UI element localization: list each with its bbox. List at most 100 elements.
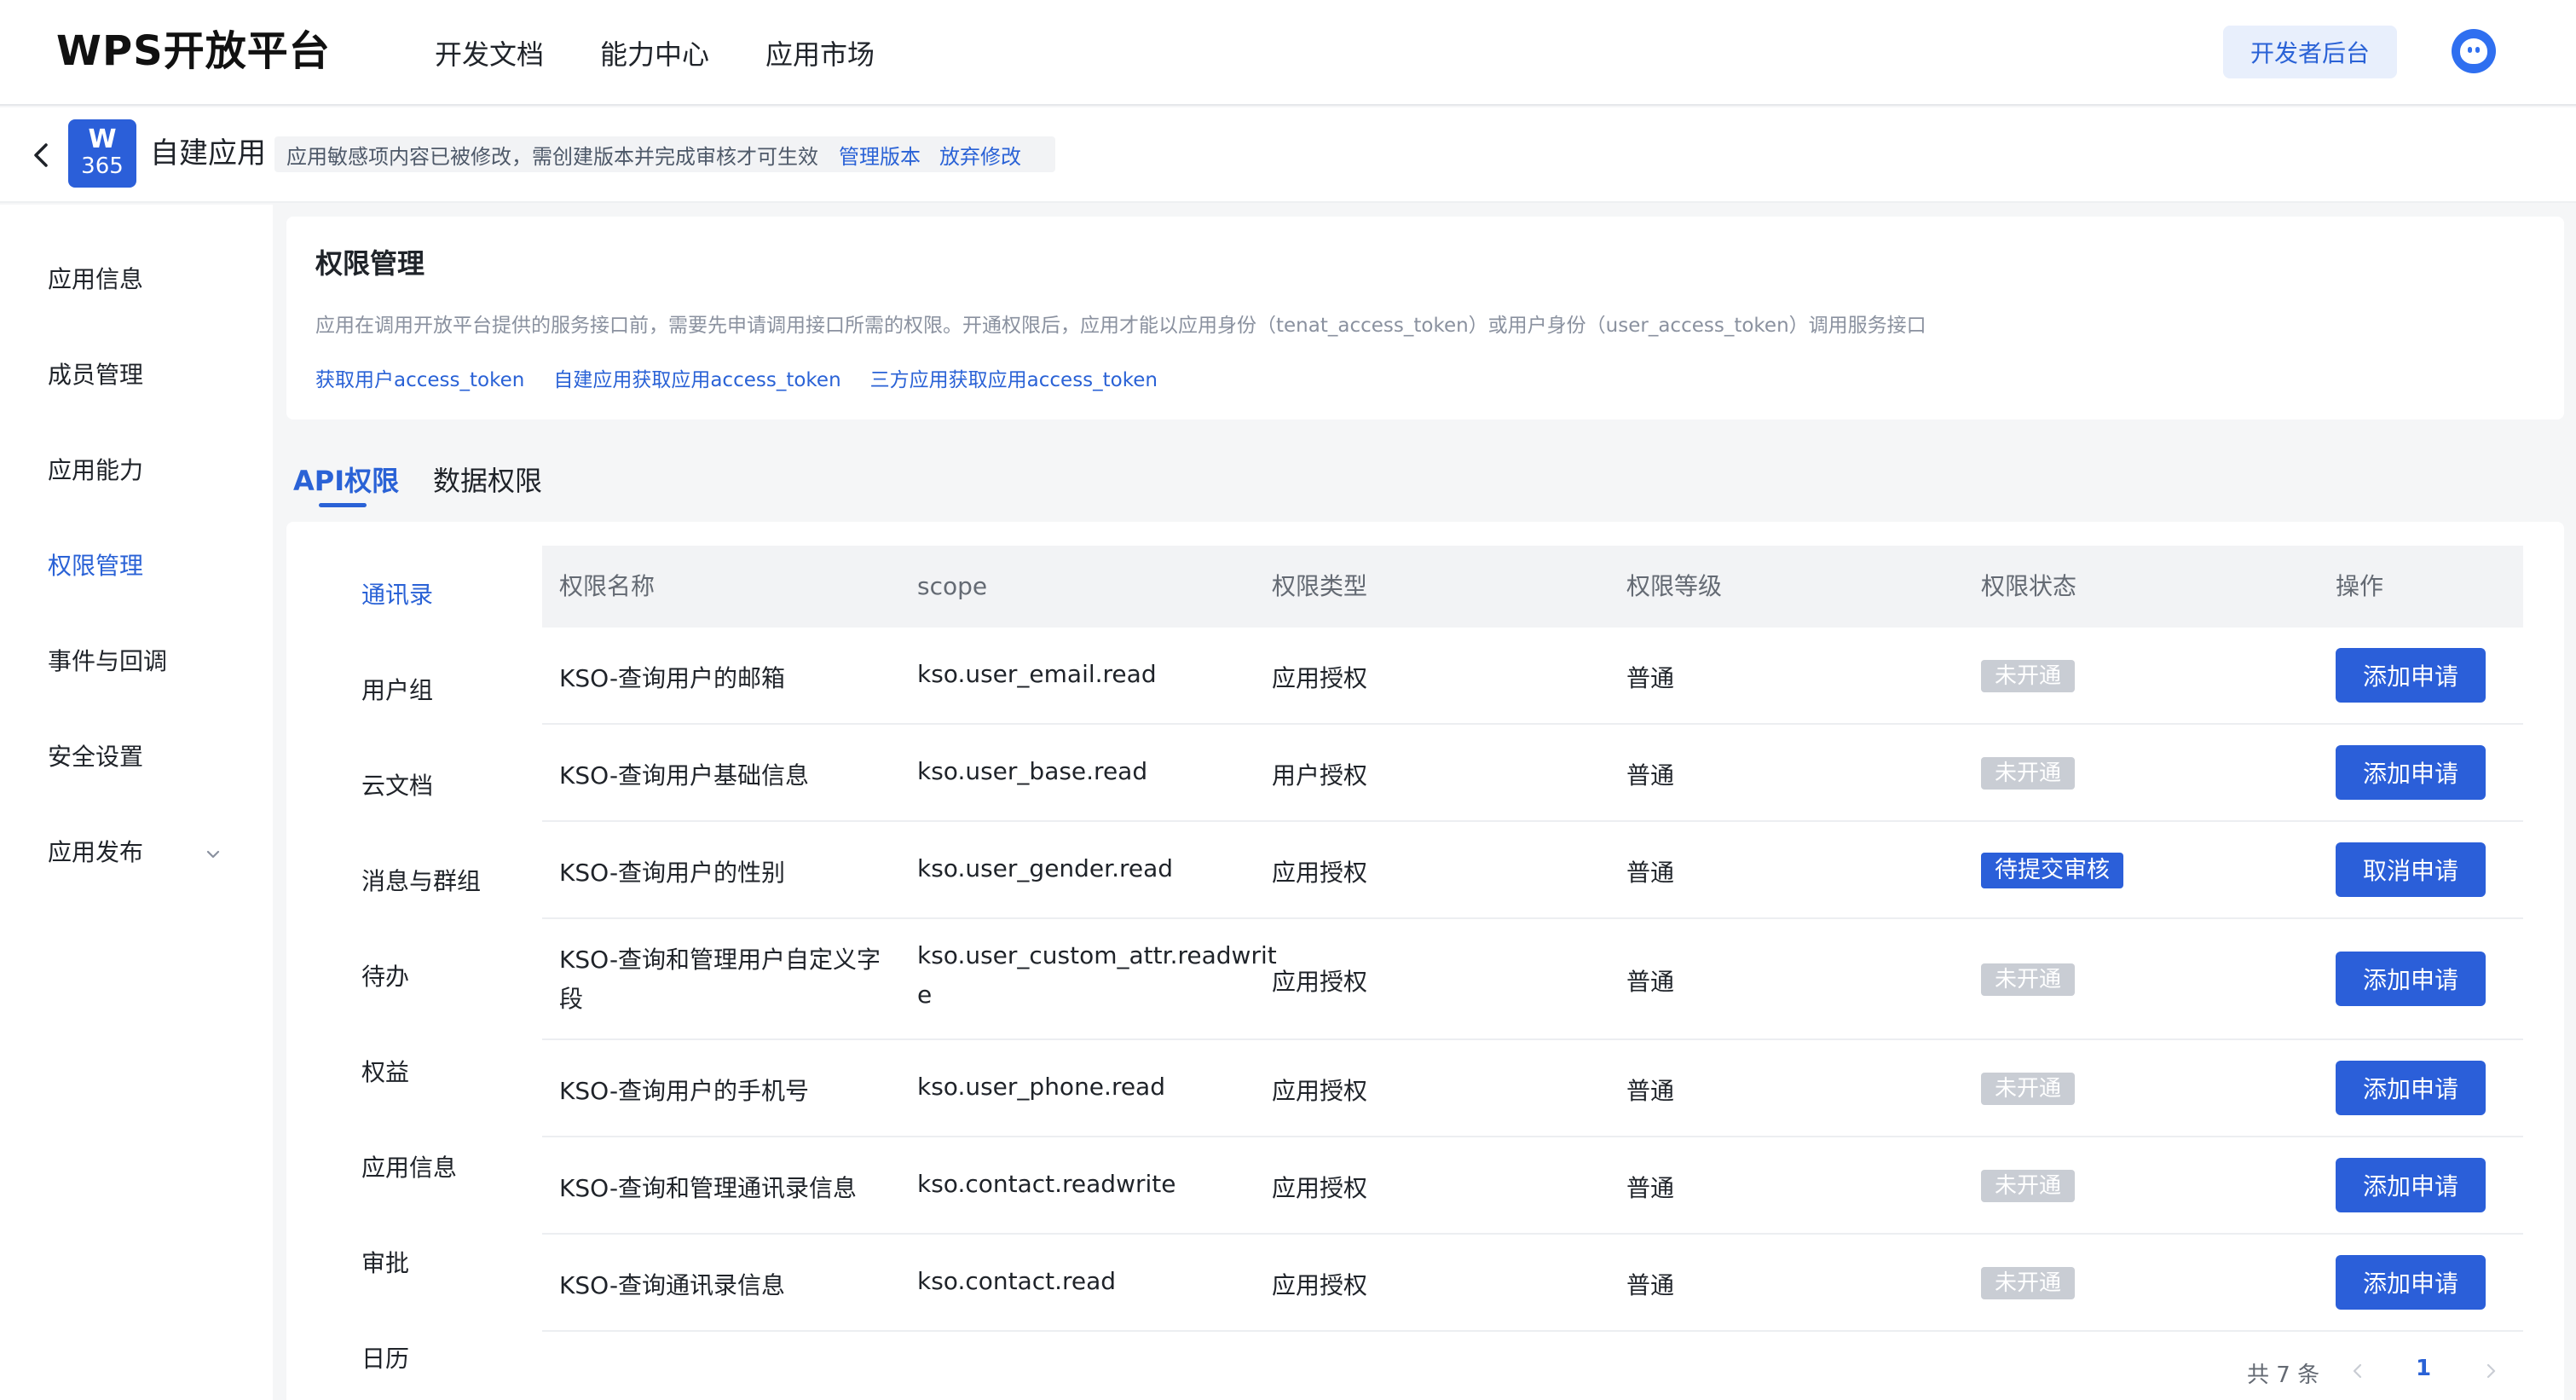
doc-links: 获取用户access_token 自建应用获取应用access_token 三方… [315,363,1187,392]
col-permission-status: 权限状态 [1981,572,2077,600]
table-row: KSO-查询用户的手机号 kso.user_phone.read 应用授权 普通… [542,1040,2523,1137]
app-name: 自建应用 [150,136,266,171]
category-app-info[interactable]: 应用信息 [361,1149,457,1187]
permission-type: 应用授权 [1272,1271,1368,1299]
permission-scope: kso.user_custom_attr.readwrit [917,941,1277,969]
col-permission-type: 权限类型 [1272,572,1368,600]
avatar[interactable] [2452,29,2496,73]
status-badge: 未开通 [1981,1267,2076,1299]
sidebar: 应用信息 成员管理 应用能力 权限管理 事件与回调 安全设置 应用发布 [0,205,273,1400]
nav-dev-docs[interactable]: 开发文档 [435,33,544,72]
permission-level: 普通 [1626,761,1675,790]
permission-scope: kso.user_email.read [917,660,1157,688]
permission-type: 应用授权 [1272,1077,1368,1105]
app-icon-letter: W [88,124,117,154]
permission-type: 用户授权 [1272,761,1368,790]
notice-text: 应用敏感项内容已被修改，需创建版本并完成审核才可生效 [286,144,818,169]
sidebar-item-permissions[interactable]: 权限管理 [48,547,143,585]
permission-name: KSO-查询通讯录信息 [559,1271,786,1299]
permission-type: 应用授权 [1272,968,1368,996]
permission-name: KSO-查询用户的性别 [559,859,786,887]
platform-logo[interactable]: WPS开放平台 [56,24,331,78]
app-icon-number: 365 [81,153,124,179]
status-badge: 未开通 [1981,757,2076,790]
nav-capability-center[interactable]: 能力中心 [600,33,709,72]
app-icon: W 365 [68,119,136,188]
permission-level: 普通 [1626,664,1675,692]
active-tab-indicator [319,503,367,507]
permission-scope: kso.contact.readwrite [917,1170,1176,1198]
sidebar-item-app-info[interactable]: 应用信息 [48,261,143,298]
internal-app-access-token-link[interactable]: 自建应用获取应用access_token [553,363,840,392]
table-row: KSO-查询通讯录信息 kso.contact.read 应用授权 普通 未开通… [542,1235,2523,1332]
third-party-app-access-token-link[interactable]: 三方应用获取应用access_token [870,363,1158,392]
add-request-button[interactable]: 添加申请 [2336,745,2486,800]
category-todo[interactable]: 待办 [361,958,409,996]
permission-level: 普通 [1626,1077,1675,1105]
status-badge: 未开通 [1981,1073,2076,1105]
permission-scope-continued: e [917,981,933,1009]
category-benefits[interactable]: 权益 [361,1054,409,1091]
sidebar-item-security[interactable]: 安全设置 [48,738,143,776]
permission-name-continued: 段 [559,985,584,1013]
col-permission-level: 权限等级 [1626,572,1723,600]
permission-name: KSO-查询和管理通讯录信息 [559,1174,858,1202]
permission-type: 应用授权 [1272,859,1368,887]
table-header: 权限名称 scope 权限类型 权限等级 权限状态 操作 [542,546,2523,628]
sidebar-item-app-capability[interactable]: 应用能力 [48,452,143,489]
permission-type: 应用授权 [1272,1174,1368,1202]
back-arrow-icon[interactable] [26,138,60,172]
nav-app-market[interactable]: 应用市场 [765,33,875,72]
category-contacts[interactable]: 通讯录 [361,576,433,614]
tab-api-permissions[interactable]: API权限 [293,460,399,501]
status-badge: 未开通 [1981,660,2076,692]
add-request-button[interactable]: 添加申请 [2336,1061,2486,1115]
permission-scope: kso.user_gender.read [917,854,1174,882]
add-request-button[interactable]: 添加申请 [2336,1255,2486,1310]
col-actions: 操作 [2336,572,2384,600]
add-request-button[interactable]: 添加申请 [2336,952,2486,1006]
category-calendar[interactable]: 日历 [361,1340,409,1378]
table-row: KSO-查询和管理通讯录信息 kso.contact.readwrite 应用授… [542,1137,2523,1235]
category-approval[interactable]: 审批 [361,1245,409,1282]
col-scope: scope [917,572,988,600]
sidebar-item-members[interactable]: 成员管理 [48,356,143,394]
permission-level: 普通 [1626,1174,1675,1202]
user-access-token-link[interactable]: 获取用户access_token [315,363,524,392]
permission-scope: kso.user_base.read [917,757,1148,785]
discard-changes-link[interactable]: 放弃修改 [939,140,1021,170]
pagination-page-1[interactable]: 1 [2416,1356,2431,1381]
chevron-left-icon[interactable] [2346,1359,2370,1383]
permission-name: KSO-查询用户的邮箱 [559,664,786,692]
permission-name: KSO-查询用户基础信息 [559,761,810,790]
table-row: KSO-查询用户基础信息 kso.user_base.read 用户授权 普通 … [542,725,2523,822]
status-badge: 未开通 [1981,963,2076,996]
category-user-groups[interactable]: 用户组 [361,672,433,709]
sidebar-item-publish[interactable]: 应用发布 [48,834,143,871]
permission-name: KSO-查询和管理用户自定义字 [559,946,881,974]
cancel-request-button[interactable]: 取消申请 [2336,842,2486,897]
permission-info-card: 权限管理 应用在调用开放平台提供的服务接口前，需要先申请调用接口所需的权限。开通… [286,217,2564,419]
user-avatar-icon [2460,38,2487,64]
table-row: KSO-查询用户的性别 kso.user_gender.read 应用授权 普通… [542,822,2523,919]
category-cloud-docs[interactable]: 云文档 [361,767,433,805]
permission-description: 应用在调用开放平台提供的服务接口前，需要先申请调用接口所需的权限。开通权限后，应… [315,315,1926,337]
manage-version-link[interactable]: 管理版本 [839,140,921,170]
add-request-button[interactable]: 添加申请 [2336,1158,2486,1212]
developer-console-button[interactable]: 开发者后台 [2223,26,2397,78]
permission-name: KSO-查询用户的手机号 [559,1077,810,1105]
status-badge: 待提交审核 [1981,853,2123,888]
top-header: WPS开放平台 开发文档 能力中心 应用市场 开发者后台 [0,0,2576,106]
permission-level: 普通 [1626,1271,1675,1299]
chevron-down-icon[interactable] [203,844,223,865]
category-messages-groups[interactable]: 消息与群组 [361,863,481,900]
app-bar: W 365 自建应用 应用敏感项内容已被修改，需创建版本并完成审核才可生效 管理… [0,107,2576,203]
tab-data-permissions[interactable]: 数据权限 [433,460,542,501]
chevron-right-icon[interactable] [2479,1359,2503,1383]
col-permission-name: 权限名称 [559,572,656,600]
sidebar-item-events-callbacks[interactable]: 事件与回调 [48,643,167,680]
page-title: 权限管理 [315,247,425,280]
top-nav: 开发文档 能力中心 应用市场 [435,0,931,106]
table-row: KSO-查询用户的邮箱 kso.user_email.read 应用授权 普通 … [542,628,2523,725]
add-request-button[interactable]: 添加申请 [2336,648,2486,703]
